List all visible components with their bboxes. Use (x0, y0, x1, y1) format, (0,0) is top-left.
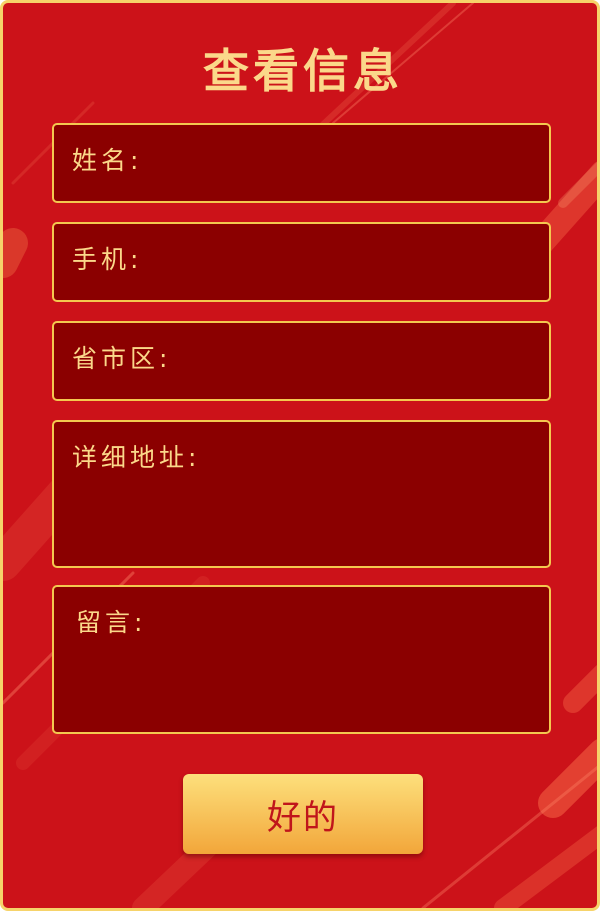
address-field[interactable]: 详细地址: (52, 420, 551, 568)
region-label: 省市区: (72, 344, 172, 373)
address-label: 详细地址: (72, 443, 201, 472)
phone-field[interactable]: 手机: (52, 222, 551, 302)
info-dialog: 查看信息 姓名: 手机: 省市区: 详细地址: 留言: 好的 (0, 0, 600, 911)
phone-label: 手机: (72, 245, 143, 274)
name-label: 姓名: (72, 146, 143, 175)
message-field[interactable]: 留言: (52, 585, 551, 734)
message-label: 留言: (76, 608, 147, 637)
name-field[interactable]: 姓名: (52, 123, 551, 203)
region-field[interactable]: 省市区: (52, 321, 551, 401)
dialog-title: 查看信息 (203, 44, 403, 98)
ok-button[interactable]: 好的 (183, 774, 423, 854)
